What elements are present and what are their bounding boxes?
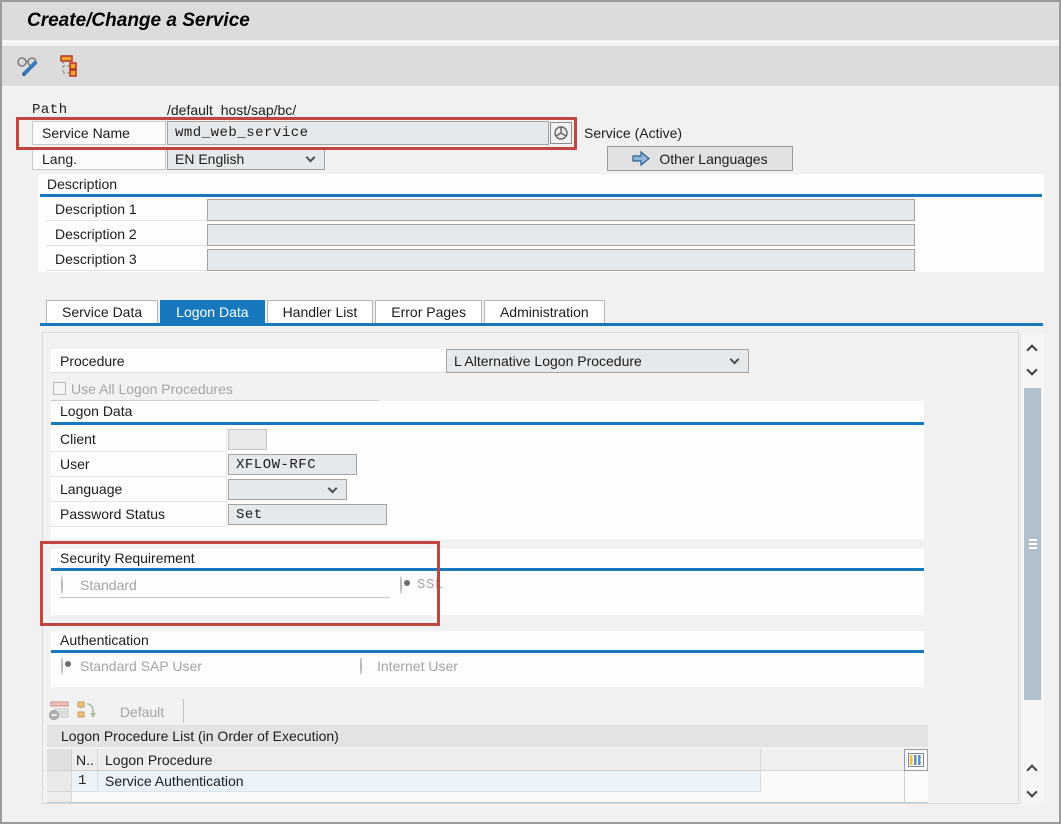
copy-rows-icon	[77, 701, 99, 724]
sphere-matchcode-icon[interactable]	[550, 122, 572, 144]
blue-right-arrow-icon	[632, 151, 651, 166]
standard-radio-label: Standard	[80, 577, 137, 593]
authentication-section: Authentication Standard SAP User Interne…	[51, 631, 924, 687]
tab-rule	[40, 323, 1043, 326]
tab-service-data[interactable]: Service Data	[46, 300, 158, 324]
scroll-down-icon[interactable]	[1026, 364, 1037, 375]
default-button: Default	[107, 704, 177, 720]
ssl-radio	[400, 576, 402, 594]
grid-bottom-border	[47, 802, 928, 803]
row-number-cell[interactable]: 1	[72, 771, 98, 792]
page-title: Create/Change a Service	[27, 10, 250, 32]
procedure-label: Procedure	[51, 349, 446, 373]
delete-row-icon	[49, 701, 71, 724]
logon-data-section-title: Logon Data	[60, 403, 132, 419]
service-status-text: Service (Active)	[584, 125, 682, 141]
table-scroll-up-icon[interactable]	[1026, 764, 1037, 775]
row-selector[interactable]	[47, 771, 72, 792]
security-rule	[51, 568, 924, 571]
client-input[interactable]	[228, 429, 267, 450]
grid-number-header[interactable]: N..	[72, 749, 98, 771]
internet-user-radio	[360, 657, 362, 675]
standard-radio	[61, 576, 63, 594]
sap-window: Create/Change a Service Path /default_ho…	[0, 0, 1061, 824]
user-label: User	[51, 452, 227, 477]
standard-sap-user-radio	[61, 657, 63, 675]
tab-logon-data[interactable]: Logon Data	[160, 300, 264, 324]
display-change-icon[interactable]	[15, 54, 41, 78]
grid-selector-header[interactable]	[47, 749, 72, 771]
logon-data-section: Logon Data Client User XFLOW-RFC Languag…	[51, 401, 924, 539]
lang-dropdown[interactable]: EN English	[167, 147, 325, 170]
tab-strip: Service Data Logon Data Handler List Err…	[46, 300, 607, 324]
scrollbar-thumb[interactable]	[1024, 388, 1041, 700]
user-input[interactable]: XFLOW-RFC	[228, 454, 357, 475]
password-status-value: Set	[228, 504, 387, 525]
scroll-up-icon[interactable]	[1026, 344, 1037, 355]
description-3-label: Description 3	[46, 248, 207, 271]
description-3-input[interactable]	[207, 249, 915, 271]
internet-user-label: Internet User	[377, 658, 458, 674]
description-2-label: Description 2	[46, 223, 207, 246]
grid-vertical-scrollbar[interactable]	[904, 771, 928, 802]
partial-row-selector	[47, 792, 72, 802]
service-name-label: Service Name	[32, 121, 166, 145]
other-languages-button[interactable]: Other Languages	[607, 146, 793, 171]
description-rule	[40, 194, 1042, 197]
security-section-title: Security Requirement	[60, 550, 195, 566]
use-all-logon-procedures-checkbox	[53, 382, 66, 395]
description-section-title: Description	[47, 176, 117, 192]
tab-handler-list[interactable]: Handler List	[267, 300, 374, 324]
grid-procedure-header[interactable]: Logon Procedure	[98, 749, 761, 771]
toolbar-separator	[183, 699, 184, 723]
security-requirement-section: Security Requirement Standard SSL	[51, 549, 924, 615]
password-status-label: Password Status	[51, 502, 227, 527]
application-toolbar	[2, 46, 1059, 86]
description-1-label: Description 1	[46, 198, 207, 221]
description-1-input[interactable]	[207, 199, 915, 221]
table-scroll-down-icon[interactable]	[1026, 786, 1037, 797]
scrollbar-grip	[1029, 539, 1037, 549]
procedure-list-title: Logon Procedure List (in Order of Execut…	[47, 725, 928, 747]
lang-label: Lang.	[32, 147, 166, 170]
path-value: /default_host/sap/bc/	[167, 102, 296, 118]
tab-error-pages[interactable]: Error Pages	[375, 300, 482, 324]
tab-administration[interactable]: Administration	[484, 300, 605, 324]
logon-data-panel: Procedure L Alternative Logon Procedure …	[42, 332, 1019, 804]
language-label: Language	[51, 477, 227, 502]
chevron-down-icon	[306, 153, 316, 163]
logon-data-rule	[51, 422, 924, 425]
ssl-radio-label: SSL	[417, 577, 444, 593]
description-2-input[interactable]	[207, 224, 915, 246]
standard-underline	[60, 597, 390, 598]
table-settings-icon[interactable]	[904, 749, 928, 771]
use-all-logon-procedures-row: Use All Logon Procedures	[51, 377, 379, 401]
title-bar: Create/Change a Service	[2, 2, 1059, 43]
hierarchy-icon[interactable]	[55, 54, 81, 78]
procedure-dropdown-value: L Alternative Logon Procedure	[454, 353, 642, 369]
lang-dropdown-value: EN English	[175, 151, 244, 167]
service-name-input[interactable]: wmd_web_service	[167, 121, 549, 145]
language-dropdown[interactable]	[228, 479, 347, 500]
description-section: Description Description 1 Description 2 …	[38, 174, 1044, 272]
other-languages-label: Other Languages	[659, 151, 767, 167]
authentication-section-title: Authentication	[60, 632, 149, 648]
use-all-logon-procedures-label: Use All Logon Procedures	[71, 381, 233, 397]
row-procedure-cell[interactable]: Service Authentication	[98, 771, 761, 792]
procedure-dropdown[interactable]: L Alternative Logon Procedure	[446, 349, 749, 373]
standard-sap-user-label: Standard SAP User	[80, 658, 202, 674]
chevron-down-icon	[328, 484, 338, 494]
authentication-rule	[51, 650, 924, 653]
client-label: Client	[51, 427, 227, 452]
chevron-down-icon	[730, 355, 740, 365]
path-label: Path	[32, 102, 68, 118]
vertical-scrollbar[interactable]	[1020, 334, 1044, 804]
grid-header-filler	[761, 749, 904, 771]
procedure-list-grid: N.. Logon Procedure 1 Service Authentica…	[47, 749, 928, 803]
